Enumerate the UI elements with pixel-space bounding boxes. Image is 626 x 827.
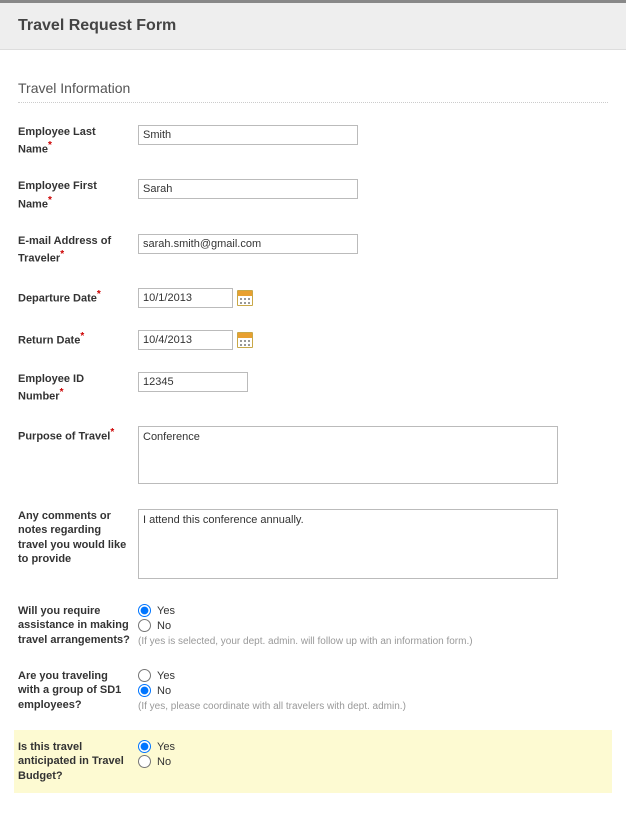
input-return[interactable] — [138, 330, 233, 350]
input-comments[interactable]: I attend this conference annually. — [138, 509, 558, 579]
required-mark: * — [60, 387, 64, 398]
radio-assistance-yes[interactable] — [138, 604, 151, 617]
hint-assistance: (If yes is selected, your dept. admin. w… — [138, 636, 608, 647]
radio-group-yes[interactable] — [138, 669, 151, 682]
hint-group: (If yes, please coordinate with all trav… — [138, 701, 608, 712]
label-text: Employee Last Name — [18, 126, 96, 156]
radio-label: Yes — [157, 670, 175, 682]
required-mark: * — [48, 140, 52, 151]
input-email[interactable] — [138, 234, 358, 254]
label-last-name: Employee Last Name* — [18, 125, 138, 157]
row-group: Are you traveling with a group of SD1 em… — [18, 665, 608, 716]
radio-budget-no[interactable] — [138, 755, 151, 768]
label-text: Employee ID Number — [18, 373, 84, 403]
label-text: Return Date — [18, 334, 80, 346]
input-empid[interactable] — [138, 372, 248, 392]
radio-label: Yes — [157, 605, 175, 617]
label-budget: Is this travel anticipated in Travel Bud… — [18, 740, 138, 783]
radio-label: No — [157, 685, 171, 697]
row-email: E-mail Address of Traveler* — [18, 230, 608, 270]
input-first-name[interactable] — [138, 179, 358, 199]
label-return: Return Date* — [18, 330, 138, 348]
row-first-name: Employee First Name* — [18, 175, 608, 215]
input-last-name[interactable] — [138, 125, 358, 145]
label-purpose: Purpose of Travel* — [18, 426, 138, 444]
page: Travel Request Form Travel Information E… — [0, 0, 626, 827]
label-text: E-mail Address of Traveler — [18, 235, 111, 265]
input-purpose[interactable]: Conference — [138, 426, 558, 484]
required-mark: * — [60, 249, 64, 260]
row-budget: Is this travel anticipated in Travel Bud… — [14, 730, 612, 793]
required-mark: * — [110, 427, 114, 438]
label-comments: Any comments or notes regarding travel y… — [18, 509, 138, 566]
label-text: Purpose of Travel — [18, 431, 110, 443]
radio-label: Yes — [157, 741, 175, 753]
radio-label: No — [157, 756, 171, 768]
label-email: E-mail Address of Traveler* — [18, 234, 138, 266]
calendar-icon[interactable] — [237, 290, 253, 306]
row-comments: Any comments or notes regarding travel y… — [18, 505, 608, 586]
radio-budget-yes[interactable] — [138, 740, 151, 753]
row-purpose: Purpose of Travel* Conference — [18, 422, 608, 491]
calendar-icon[interactable] — [237, 332, 253, 348]
input-departure[interactable] — [138, 288, 233, 308]
label-text: Employee First Name — [18, 180, 97, 210]
label-text: Departure Date — [18, 292, 97, 304]
radio-label: No — [157, 620, 171, 632]
radio-assistance-no[interactable] — [138, 619, 151, 632]
form-content: Travel Information Employee Last Name* E… — [0, 50, 626, 827]
radio-group-no[interactable] — [138, 684, 151, 697]
label-group: Are you traveling with a group of SD1 em… — [18, 669, 138, 712]
label-first-name: Employee First Name* — [18, 179, 138, 211]
row-last-name: Employee Last Name* — [18, 121, 608, 161]
section-title: Travel Information — [18, 80, 608, 103]
form-title: Travel Request Form — [18, 17, 608, 35]
row-assistance: Will you require assistance in making tr… — [18, 600, 608, 651]
label-assistance: Will you require assistance in making tr… — [18, 604, 138, 647]
label-departure: Departure Date* — [18, 288, 138, 306]
required-mark: * — [80, 331, 84, 342]
form-header: Travel Request Form — [0, 3, 626, 50]
row-return: Return Date* — [18, 326, 608, 354]
row-empid: Employee ID Number* — [18, 368, 608, 408]
required-mark: * — [97, 289, 101, 300]
row-departure: Departure Date* — [18, 284, 608, 312]
required-mark: * — [48, 195, 52, 206]
label-empid: Employee ID Number* — [18, 372, 138, 404]
